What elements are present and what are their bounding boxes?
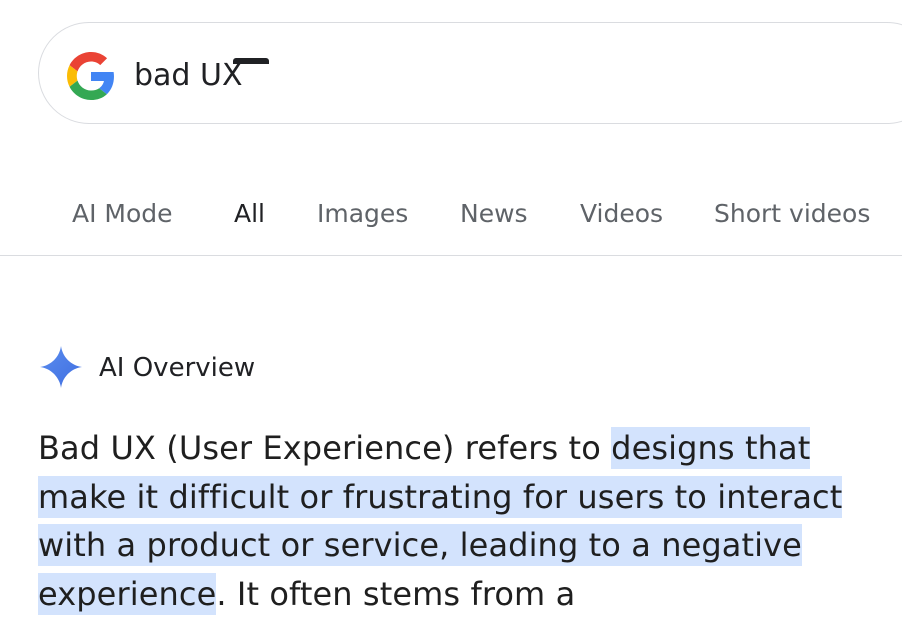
- tab-news[interactable]: News: [460, 198, 528, 230]
- google-g-icon: [67, 52, 114, 100]
- gemini-sparkle-icon: [40, 346, 82, 388]
- tab-short-videos[interactable]: Short videos: [714, 198, 870, 230]
- tabs-divider: [0, 255, 902, 256]
- tab-all[interactable]: All: [234, 198, 265, 230]
- search-input[interactable]: bad UX: [134, 57, 243, 95]
- tab-images[interactable]: Images: [317, 198, 408, 230]
- tab-ai-mode[interactable]: AI Mode: [72, 198, 173, 230]
- active-tab-indicator: [233, 58, 269, 64]
- search-tabs: AI Mode All Images News Videos Short vid…: [0, 190, 902, 256]
- overview-text-intro: Bad UX (User Experience) refers to: [38, 429, 612, 467]
- tab-videos[interactable]: Videos: [580, 198, 663, 230]
- ai-overview-text: Bad UX (User Experience) refers to desig…: [38, 424, 858, 618]
- ai-overview-label: AI Overview: [99, 353, 256, 383]
- overview-text-continuation: . It often stems from a: [216, 574, 576, 613]
